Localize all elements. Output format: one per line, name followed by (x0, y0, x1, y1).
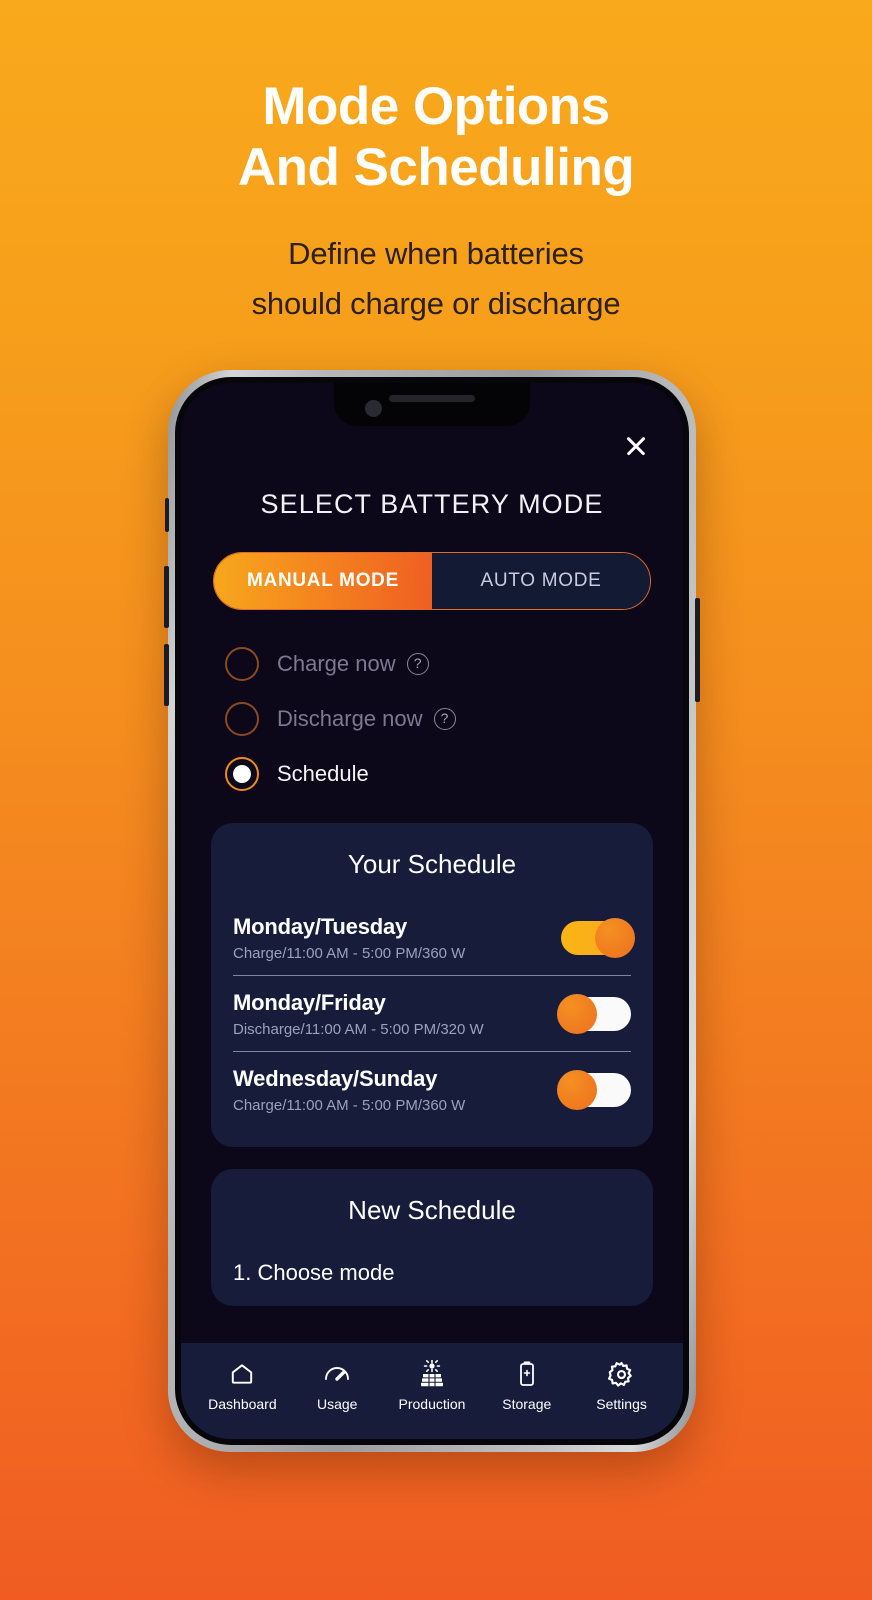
battery-icon (517, 1359, 537, 1389)
nav-item-dashboard[interactable]: Dashboard (195, 1359, 289, 1412)
schedule-toggle[interactable] (557, 994, 631, 1034)
new-schedule-title: New Schedule (348, 1195, 516, 1225)
option-charge-now-label: Charge now (277, 650, 396, 676)
gauge-icon (323, 1359, 351, 1389)
schedule-toggle[interactable] (561, 918, 635, 958)
nav-item-storage[interactable]: Storage (480, 1359, 574, 1412)
tab-auto-mode[interactable]: AUTO MODE (432, 553, 650, 609)
schedule-detail: Charge/11:00 AM - 5:00 PM/360 W (233, 945, 466, 962)
nav-item-dashboard-label: Dashboard (208, 1396, 277, 1412)
gear-icon (608, 1359, 635, 1389)
tab-auto-mode-label: AUTO MODE (480, 570, 602, 591)
front-camera (365, 400, 382, 417)
radio-schedule[interactable] (225, 756, 259, 791)
schedule-row-texts: Monday/Tuesday Charge/11:00 AM - 5:00 PM… (233, 914, 561, 962)
table-row[interactable]: Monday/Tuesday Charge/11:00 AM - 5:00 PM… (233, 900, 635, 975)
nav-item-production-label: Production (398, 1396, 466, 1412)
home-icon (229, 1359, 255, 1389)
page-title-line-1: Mode Options (262, 77, 610, 136)
option-discharge-now-label: Discharge now (277, 705, 423, 731)
nav-item-storage-label: Storage (502, 1396, 552, 1412)
power-button[interactable] (695, 598, 700, 702)
table-row[interactable]: Monday/Friday Discharge/11:00 AM - 5:00 … (233, 975, 631, 1051)
page-subtitle-line-1: Define when batteries (288, 235, 584, 271)
schedule-days: Wednesday/Sunday (233, 1066, 438, 1091)
your-schedule-card: Your Schedule Monday/Tuesday Charge/11:0… (211, 823, 653, 1147)
nav-item-usage[interactable]: Usage (290, 1359, 384, 1412)
schedule-detail: Charge/11:00 AM - 5:00 PM/360 W (233, 1097, 466, 1114)
radio-charge-now[interactable] (225, 646, 259, 681)
schedule-toggle[interactable] (557, 1070, 631, 1110)
toggle-knob (557, 994, 597, 1034)
table-row[interactable]: Wednesday/Sunday Charge/11:00 AM - 5:00 … (233, 1051, 631, 1127)
volume-down-button[interactable] (164, 644, 169, 706)
screen-content: SELECT BATTERY MODE MANUAL MODE AUTO MOD… (181, 383, 683, 1343)
bottom-navigation: Dashboard Usage Production Storage Setti… (181, 1343, 683, 1439)
schedule-row-texts: Monday/Friday Discharge/11:00 AM - 5:00 … (233, 990, 561, 1038)
help-circle-icon[interactable]: ? (433, 707, 456, 730)
notch (334, 383, 530, 426)
page-subtitle: Define when batteries should charge or d… (0, 229, 872, 329)
option-schedule[interactable]: Schedule (225, 746, 657, 801)
solar-panel-icon (418, 1359, 446, 1389)
option-charge-now[interactable]: Charge now ? (225, 636, 657, 691)
schedule-detail: Discharge/11:00 AM - 5:00 PM/320 W (233, 1021, 484, 1038)
help-circle-icon[interactable]: ? (406, 652, 429, 675)
silent-switch[interactable] (165, 498, 169, 532)
schedule-days: Monday/Friday (233, 990, 386, 1015)
nav-item-production[interactable]: Production (385, 1359, 479, 1412)
new-schedule-card: New Schedule 1. Choose mode (211, 1169, 653, 1306)
new-schedule-step-1: 1. Choose mode (233, 1260, 395, 1285)
nav-item-usage-label: Usage (316, 1396, 358, 1412)
tab-manual-mode-label: MANUAL MODE (247, 570, 399, 591)
phone-mockup: SELECT BATTERY MODE MANUAL MODE AUTO MOD… (164, 370, 700, 1452)
modal-title: SELECT BATTERY MODE (260, 489, 604, 519)
hero-section: Mode Options And Scheduling Define when … (0, 0, 872, 329)
nav-item-settings-label: Settings (596, 1396, 647, 1412)
schedule-row-texts: Wednesday/Sunday Charge/11:00 AM - 5:00 … (233, 1066, 561, 1114)
volume-up-button[interactable] (164, 566, 169, 628)
phone-screen: SELECT BATTERY MODE MANUAL MODE AUTO MOD… (181, 383, 683, 1439)
option-schedule-label: Schedule (277, 760, 369, 786)
page-subtitle-line-2: should charge or discharge (251, 286, 621, 322)
option-discharge-now[interactable]: Discharge now ? (225, 691, 657, 746)
battery-mode-switch[interactable]: MANUAL MODE AUTO MODE (213, 552, 651, 610)
toggle-knob (557, 1070, 597, 1110)
schedule-days: Monday/Tuesday (233, 914, 408, 939)
nav-item-settings[interactable]: Settings (575, 1359, 669, 1412)
close-icon[interactable] (619, 429, 653, 463)
your-schedule-title: Your Schedule (347, 849, 517, 879)
radio-discharge-now[interactable] (225, 701, 259, 736)
tab-manual-mode[interactable]: MANUAL MODE (214, 553, 432, 609)
toggle-knob (595, 918, 635, 958)
page-title-line-2: And Scheduling (237, 138, 635, 198)
page-title: Mode Options And Scheduling (0, 76, 872, 199)
earpiece-speaker (389, 395, 475, 402)
mode-options-list: Charge now ? Discharge now ? Schedule (225, 636, 657, 801)
